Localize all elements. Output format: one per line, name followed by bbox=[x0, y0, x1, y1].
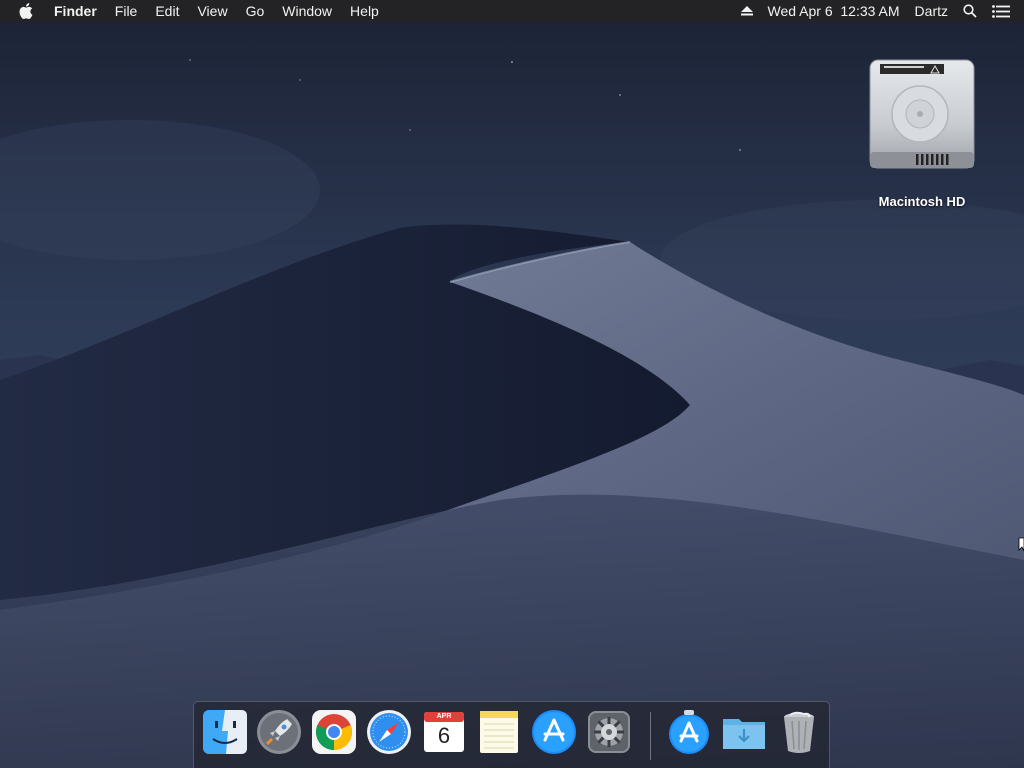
trash-icon bbox=[784, 711, 814, 753]
launchpad-icon bbox=[257, 710, 301, 754]
dock-separator bbox=[650, 712, 651, 760]
dock-item-app-store[interactable] bbox=[531, 709, 579, 757]
app-store-icon bbox=[532, 710, 576, 754]
dock: APR 6 bbox=[193, 701, 830, 768]
menu-app-finder[interactable]: Finder bbox=[54, 0, 97, 22]
apple-icon[interactable] bbox=[19, 2, 37, 20]
eject-icon[interactable] bbox=[740, 6, 753, 16]
notification-center-icon[interactable] bbox=[992, 4, 1010, 18]
menu-view[interactable]: View bbox=[197, 0, 227, 22]
notes-icon bbox=[480, 711, 518, 753]
calendar-month: APR bbox=[436, 713, 452, 720]
mouse-cursor-icon bbox=[1018, 537, 1024, 552]
downloads-folder-icon bbox=[723, 719, 765, 749]
menu-file[interactable]: File bbox=[115, 0, 138, 22]
system-preferences-icon bbox=[588, 711, 630, 753]
calendar-day: 6 bbox=[437, 723, 451, 748]
dock-item-launchpad[interactable] bbox=[256, 709, 304, 757]
menu-bar: Finder File Edit View Go Window Help Wed… bbox=[0, 0, 1024, 22]
menu-window[interactable]: Window bbox=[282, 0, 332, 22]
menu-clock[interactable]: Wed Apr 6 12:33 AM bbox=[768, 0, 900, 22]
dock-item-downloads[interactable] bbox=[721, 709, 769, 757]
chrome-icon bbox=[312, 710, 356, 754]
menu-go[interactable]: Go bbox=[246, 0, 265, 22]
dock-item-chrome[interactable] bbox=[311, 709, 359, 757]
dock-item-trash[interactable] bbox=[776, 709, 824, 757]
dock-item-safari[interactable] bbox=[366, 709, 414, 757]
desktop-icon-label: Macintosh HD bbox=[878, 194, 966, 209]
dock-item-finder[interactable] bbox=[202, 709, 250, 757]
dock-item-system-preferences[interactable] bbox=[586, 709, 634, 757]
menu-help[interactable]: Help bbox=[350, 0, 379, 22]
applications-folder-icon bbox=[669, 710, 709, 754]
desktop[interactable]: Finder File Edit View Go Window Help Wed… bbox=[0, 0, 1024, 768]
spotlight-search-icon[interactable] bbox=[963, 4, 977, 18]
dock-item-applications[interactable] bbox=[666, 709, 714, 757]
hard-drive-icon bbox=[864, 56, 980, 178]
desktop-icon-macintosh-hd[interactable]: Macintosh HD bbox=[862, 56, 982, 209]
dock-item-notes[interactable] bbox=[476, 709, 524, 757]
menu-edit[interactable]: Edit bbox=[155, 0, 179, 22]
safari-icon bbox=[367, 710, 411, 754]
dock-item-calendar[interactable]: APR 6 bbox=[421, 709, 469, 757]
finder-icon bbox=[203, 710, 247, 754]
menu-user[interactable]: Dartz bbox=[915, 0, 948, 22]
